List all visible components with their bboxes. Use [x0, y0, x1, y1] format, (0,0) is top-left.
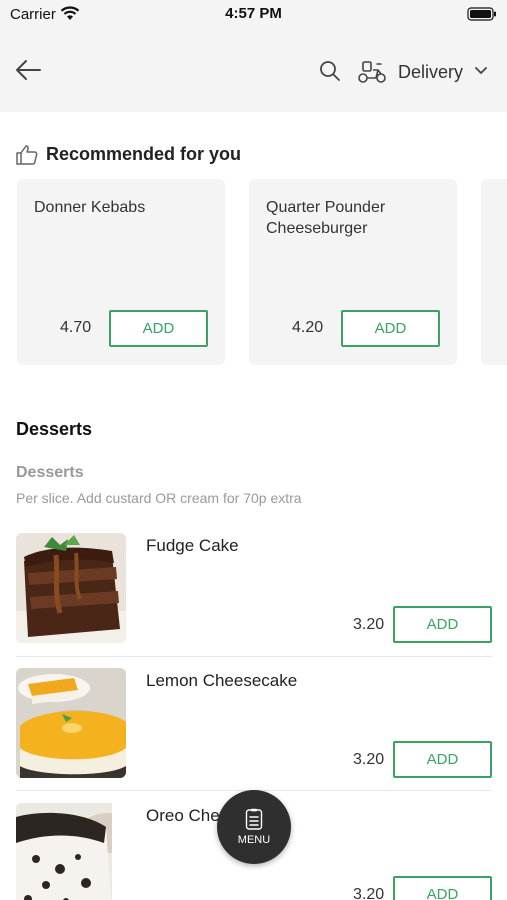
menu-item-name: Lemon Cheesecake — [146, 671, 298, 690]
recommended-item-price: 4.70 — [60, 319, 92, 336]
back-arrow-icon[interactable] — [14, 58, 42, 82]
recommended-item-price: 4.20 — [292, 319, 324, 336]
menu-button[interactable]: MENU — [217, 790, 291, 864]
menu-item-price: 3.20 — [353, 886, 385, 900]
menu-button-label: MENU — [237, 834, 271, 846]
nav-bar: Delivery — [0, 30, 507, 112]
subcategory-title: Desserts — [16, 464, 84, 481]
recommended-item-name: Quarter Pounder Cheeseburger — [266, 199, 386, 237]
recommended-card-peek[interactable] — [481, 179, 507, 365]
thumbs-up-icon — [16, 145, 38, 165]
add-button[interactable]: ADD — [341, 310, 440, 347]
menu-item-price: 3.20 — [353, 751, 385, 768]
battery-icon — [467, 7, 496, 21]
divider — [16, 656, 492, 657]
menu-item[interactable]: Fudge Cake 3.20 ADD — [0, 533, 507, 668]
chevron-down-icon[interactable] — [474, 66, 488, 76]
add-button[interactable]: ADD — [393, 606, 492, 643]
search-icon[interactable] — [319, 60, 341, 82]
recommended-item-name: Donner Kebabs — [34, 199, 146, 216]
delivery-mode-label[interactable]: Delivery — [398, 62, 463, 83]
recommended-card[interactable]: Quarter Pounder Cheeseburger 4.20 ADD — [249, 179, 457, 365]
subcategory-description: Per slice. Add custard OR cream for 70p … — [16, 490, 302, 506]
fudge-cake-image — [16, 533, 126, 643]
add-button[interactable]: ADD — [393, 741, 492, 778]
status-bar: Carrier 4:57 PM — [0, 0, 507, 30]
menu-item-name: Oreo Che — [146, 806, 220, 825]
menu-item-price: 3.20 — [353, 616, 385, 633]
menu-item[interactable]: Lemon Cheesecake 3.20 ADD — [0, 668, 507, 803]
menu-item-name: Fudge Cake — [146, 536, 239, 555]
oreo-cheesecake-image — [16, 803, 126, 900]
category-title: Desserts — [16, 419, 93, 439]
scooter-icon — [358, 61, 386, 83]
clock: 4:57 PM — [225, 5, 282, 22]
menu-list-icon — [245, 808, 263, 830]
recommended-card[interactable]: Donner Kebabs 4.70 ADD — [17, 179, 225, 365]
add-button[interactable]: ADD — [393, 876, 492, 900]
lemon-cheesecake-image — [16, 668, 126, 778]
recommended-title: Recommended for you — [46, 144, 242, 164]
add-button[interactable]: ADD — [109, 310, 208, 347]
